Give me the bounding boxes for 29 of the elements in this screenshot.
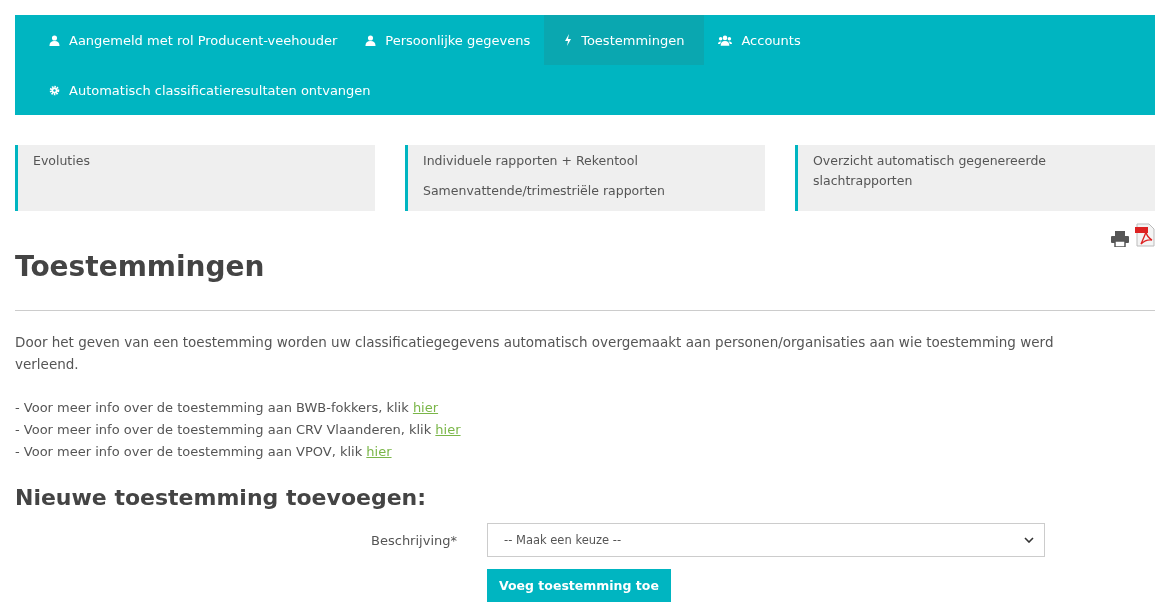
chevron-down-icon — [1024, 537, 1034, 543]
field-label: Beschrijving* — [370, 532, 457, 548]
user-icon — [49, 34, 60, 46]
add-permission-button[interactable]: Voeg toestemming toe — [487, 569, 671, 602]
report-link[interactable]: Overzicht automatisch gegenereerde slachtrapporten — [813, 151, 1083, 191]
nav-item[interactable]: Accounts — [704, 15, 815, 65]
info-line: - Voor meer info over de toestemming aan BWB-fokkers, klik hier — [15, 399, 440, 417]
lightning-icon — [564, 34, 573, 46]
section-heading: Nieuwe toestemming toevoegen: — [15, 484, 428, 512]
intro-text: Door het geven van een toestemming worden uw classificatiegegevens automatisch overgemaakt aan personen/organisaties aan wie toestemming werd verleend. — [15, 333, 1055, 374]
report-link[interactable]: Evoluties — [33, 151, 375, 171]
nav-item[interactable]: Toestemmingen — [544, 15, 705, 65]
user-icon — [365, 34, 377, 46]
description-select[interactable]: -- Maak een keuze -- — [487, 523, 1045, 557]
report-link[interactable]: Samenvattende/trimestriële rapporten — [423, 181, 765, 201]
page-title: Toestemmingen — [15, 249, 266, 285]
info-link[interactable]: hier — [366, 444, 392, 459]
info-line: - Voor meer info over de toestemming aan VPOV, klik hier — [15, 443, 393, 461]
info-link[interactable]: hier — [435, 422, 461, 437]
print-icon[interactable] — [1111, 231, 1129, 247]
info-link[interactable]: hier — [412, 400, 439, 415]
nav-item[interactable]: Persoonlijke gegevens — [351, 15, 545, 65]
nav-item[interactable]: Aangemeld met rol Producent-veehouder — [35, 15, 352, 65]
pdf-icon[interactable] — [1135, 223, 1155, 247]
report-link[interactable]: Individuele rapporten + Rekentool — [423, 151, 765, 171]
settings-icon — [49, 84, 60, 96]
nav-item[interactable]: Automatisch classificatieresultaten ontvangen — [35, 65, 1135, 115]
users-icon — [718, 34, 733, 46]
info-line: - Voor meer info over de toestemming aan CRV Vlaanderen, klik hier — [15, 421, 462, 439]
